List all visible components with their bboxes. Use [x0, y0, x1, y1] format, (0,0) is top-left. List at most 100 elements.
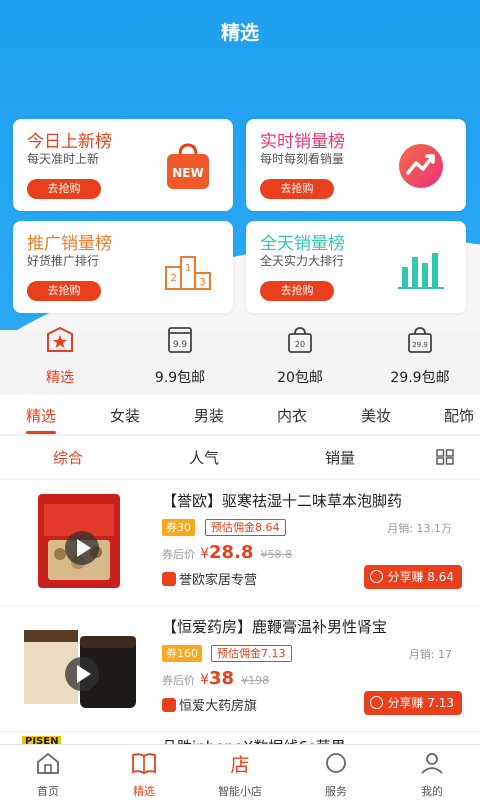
tab-category-underwear[interactable]: 内衣 [257, 405, 327, 426]
card-title: 全天销量榜 [260, 234, 345, 254]
tab-smart-store[interactable]: 店 智能小店 [192, 751, 288, 799]
home-icon [37, 752, 59, 774]
tab-label: 我的 [421, 785, 443, 798]
tab-profile[interactable]: 我的 [384, 751, 480, 799]
active-tab-indicator [26, 431, 56, 434]
card-allday-sales[interactable]: 全天销量榜 全天实力大排行 去抢购 [246, 221, 466, 313]
grab-button[interactable]: 去抢购 [27, 281, 101, 301]
card-title: 实时销量榜 [260, 132, 345, 152]
share-label: 分享赚 7.13 [387, 696, 454, 710]
grid-view-icon[interactable] [436, 449, 454, 465]
card-promo-sales[interactable]: 推广销量榜 好货推广排行 去抢购 1 2 3 [13, 221, 233, 313]
card-subtitle: 好货推广排行 [27, 254, 100, 268]
shopping-bag-icon: 29.9 [408, 327, 432, 353]
tab-label: 智能小店 [218, 785, 262, 798]
card-subtitle: 每时每刻看销量 [260, 152, 345, 166]
tab-category-men[interactable]: 男装 [174, 405, 244, 426]
quick-nav-label: 9.9包邮 [154, 370, 206, 386]
bar-chart-icon [398, 253, 444, 289]
product-item[interactable]: 【誉欧】驱寒祛湿十二味草本泡脚药 券30 预估佣金8.64 月销: 13.1万 … [0, 480, 480, 605]
sort-popularity[interactable]: 人气 [164, 447, 244, 468]
price-row: 券后价 ¥38 ¥198 [162, 668, 269, 689]
quick-nav-9-9[interactable]: 9.9 9.9包邮 [130, 325, 230, 387]
coupon-price: 28.8 [209, 542, 254, 563]
tab-category-women[interactable]: 女装 [90, 405, 160, 426]
product-title: 【誉欧】驱寒祛湿十二味草本泡脚药 [162, 492, 403, 510]
monthly-sales: 月销: 13.1万 [387, 522, 452, 535]
quick-nav-20[interactable]: 20 20包邮 [250, 325, 350, 387]
svg-text:2: 2 [170, 273, 176, 284]
tab-label: 服务 [325, 785, 347, 798]
trend-up-icon [399, 144, 443, 188]
card-title: 推广销量榜 [27, 234, 112, 254]
coupon-badge: 券160 [162, 645, 202, 662]
quick-nav-29-9[interactable]: 29.9 29.9包邮 [370, 325, 470, 387]
quick-nav-label: 精选 [46, 370, 74, 386]
ranking-icon [47, 326, 73, 352]
grab-button[interactable]: 去抢购 [260, 281, 334, 301]
card-title: 今日上新榜 [27, 132, 112, 152]
monthly-sales: 月销: 17 [408, 648, 452, 661]
commission-badge: 预估佣金8.64 [205, 519, 286, 536]
tab-label: 精选 [133, 785, 155, 798]
grab-button[interactable]: 去抢购 [260, 179, 334, 199]
currency-symbol: ¥ [200, 546, 210, 562]
service-icon [326, 753, 346, 773]
original-price: ¥58.8 [260, 548, 293, 561]
product-title: 【恒爱药房】鹿鞭膏温补男性肾宝 [162, 618, 388, 636]
tab-label: 首页 [37, 785, 59, 798]
share-earn-button[interactable]: 分享赚 8.64 [364, 565, 462, 589]
sort-overall[interactable]: 综合 [28, 447, 108, 468]
card-realtime-sales[interactable]: 实时销量榜 每时每刻看销量 去抢购 [246, 119, 466, 211]
product-thumbnail[interactable] [20, 490, 140, 590]
svg-text:NEW: NEW [172, 166, 203, 180]
share-earn-button[interactable]: 分享赚 7.13 [364, 691, 462, 715]
svg-text:1: 1 [185, 263, 191, 274]
grab-button[interactable]: 去抢购 [27, 179, 101, 199]
shop-icon [162, 698, 176, 712]
product-item[interactable]: 【恒爱药房】鹿鞭膏温补男性肾宝 券160 预估佣金7.13 月销: 17 券后价… [0, 606, 480, 731]
shop-name: 恒爱大药房旗 [179, 699, 258, 714]
tab-featured[interactable]: 精选 [96, 751, 192, 799]
quick-nav: 精选 9.9 9.9包邮 20 20包邮 29.9 29.9包邮 [0, 325, 480, 393]
product-thumbnail[interactable] [20, 616, 140, 716]
svg-text:3: 3 [199, 277, 205, 288]
card-subtitle: 全天实力大排行 [260, 254, 345, 268]
tab-service[interactable]: 服务 [288, 751, 384, 799]
svg-text:29.9: 29.9 [412, 341, 428, 349]
bottom-tab-bar: 首页 精选 店 智能小店 服务 我的 [0, 744, 480, 800]
profile-icon [421, 753, 443, 774]
sort-sales[interactable]: 销量 [300, 447, 380, 468]
price-row: 券后价 ¥28.8 ¥58.8 [162, 542, 292, 563]
page-title: 精选 [220, 22, 259, 44]
tab-home[interactable]: 首页 [0, 751, 96, 799]
new-bag-icon: NEW [167, 143, 209, 189]
svg-text:20: 20 [295, 340, 305, 349]
sort-bar: 综合 人气 销量 [0, 436, 480, 478]
category-tabs: 精选 女装 男装 内衣 美妆 配饰 [0, 395, 480, 435]
podium-icon: 1 2 3 [165, 256, 211, 290]
store-icon: 店 [230, 754, 249, 776]
coupon-price: 38 [209, 668, 235, 689]
shop-name: 誉欧家居专营 [179, 573, 258, 588]
tab-category-beauty[interactable]: 美妆 [341, 405, 411, 426]
book-icon [132, 753, 156, 775]
tab-category-featured[interactable]: 精选 [6, 405, 76, 426]
svg-text:9.9: 9.9 [173, 340, 188, 350]
card-subtitle: 每天准时上新 [27, 152, 100, 166]
svg-text:店: 店 [230, 754, 249, 775]
shop-name-row: 誉欧家居专营 [162, 569, 257, 588]
tab-category-accessories[interactable]: 配饰 [424, 405, 480, 426]
price-tag-icon: 9.9 [168, 327, 192, 353]
share-icon [370, 696, 384, 709]
card-new-today[interactable]: 今日上新榜 每天准时上新 去抢购 NEW [13, 119, 233, 211]
currency-symbol: ¥ [200, 672, 210, 688]
share-icon [370, 570, 384, 583]
shop-icon [162, 572, 176, 586]
commission-badge: 预估佣金7.13 [211, 645, 292, 662]
share-label: 分享赚 8.64 [387, 570, 454, 584]
shopping-bag-icon: 20 [288, 327, 312, 353]
quick-nav-featured[interactable]: 精选 [10, 325, 110, 387]
quick-nav-label: 29.9包邮 [390, 370, 450, 386]
coupon-badge: 券30 [162, 519, 195, 536]
